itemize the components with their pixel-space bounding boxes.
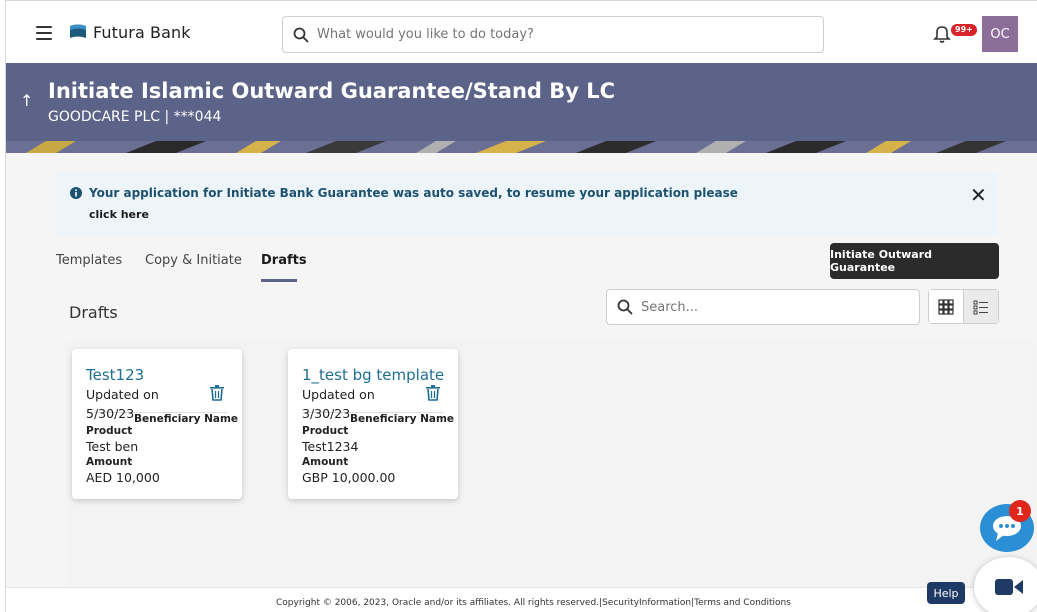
list-view-icon (973, 300, 988, 314)
draft-title-link[interactable]: Test123 (86, 366, 144, 384)
grid-view-icon (938, 298, 954, 315)
initiate-outward-guarantee-button[interactable]: Initiate Outward Guarantee (830, 243, 999, 279)
page-title: Initiate Islamic Outward Guarantee/Stand… (48, 79, 616, 103)
tab-drafts[interactable]: Drafts (261, 253, 307, 268)
beneficiary-label: Beneficiary Name (350, 413, 455, 425)
drafts-search-box[interactable] (606, 289, 920, 325)
autosave-alert: Your application for Initiate Bank Guara… (56, 173, 998, 235)
search-icon (293, 27, 309, 42)
draft-title-link[interactable]: 1_test bg template (302, 366, 444, 384)
updated-date: 5/30/23 (86, 406, 135, 421)
main-content: Your application for Initiate Bank Guara… (6, 153, 1037, 612)
search-icon (617, 299, 633, 315)
video-camera-icon (994, 579, 1023, 595)
active-tab-indicator (261, 279, 297, 282)
beneficiary-label: Beneficiary Name (134, 413, 239, 425)
delete-icon[interactable] (426, 385, 440, 401)
tab-templates[interactable]: Templates (56, 253, 122, 268)
grid-view-button[interactable] (929, 290, 964, 323)
global-search-box[interactable] (282, 16, 824, 53)
beneficiary-value: Test1234 (302, 439, 359, 454)
beneficiary-value: Test ben (86, 439, 139, 454)
copyright-text[interactable]: Copyright © 2006, 2023, Oracle and/or it… (276, 598, 791, 608)
top-bar: Futura Bank 99+ OC (6, 1, 1037, 63)
video-call-button[interactable] (974, 557, 1037, 612)
brand-name: Futura Bank (93, 23, 191, 42)
draft-card[interactable]: 1_test bg template Updated on 3/30/23 Be… (288, 349, 458, 499)
party-subtitle: GOODCARE PLC | ***044 (48, 109, 222, 125)
bank-logo-icon (70, 24, 86, 38)
view-toggle (928, 289, 999, 324)
user-avatar[interactable]: OC (982, 16, 1018, 52)
global-search-input[interactable] (317, 27, 797, 42)
app-frame: Futura Bank 99+ OC (5, 0, 1037, 612)
drafts-search-input[interactable] (641, 299, 891, 315)
amount-value: GBP 10,000.00 (302, 470, 396, 485)
updated-label: Updated on (86, 387, 159, 402)
amount-label: Amount (86, 456, 133, 468)
updated-date: 3/30/23 (302, 406, 351, 421)
bell-icon[interactable] (933, 24, 951, 44)
resume-link[interactable]: click here (89, 208, 149, 221)
amount-value: AED 10,000 (86, 470, 160, 485)
updated-label: Updated on (302, 387, 375, 402)
amount-label: Amount (302, 456, 349, 468)
delete-icon[interactable] (210, 385, 224, 401)
notification-badge: 99+ (951, 24, 977, 36)
product-label: Product (86, 425, 133, 437)
alert-message: Your application for Initiate Bank Guara… (89, 186, 738, 200)
tab-copy-initiate[interactable]: Copy & Initiate (145, 253, 242, 268)
banner-decorative-pattern (6, 141, 1037, 153)
section-title: Drafts (69, 303, 118, 322)
menu-icon[interactable] (36, 26, 52, 40)
help-button[interactable]: Help (927, 582, 965, 604)
close-icon[interactable]: ✕ (970, 183, 987, 207)
product-label: Product (302, 425, 349, 437)
list-view-button[interactable] (964, 290, 998, 323)
page-banner: ↑ Initiate Islamic Outward Guarantee/Sta… (6, 63, 1037, 153)
back-arrow-icon[interactable]: ↑ (20, 91, 33, 110)
chat-unread-badge: 1 (1009, 500, 1031, 522)
info-icon (70, 187, 82, 199)
footer: Copyright © 2006, 2023, Oracle and/or it… (6, 587, 1037, 612)
draft-card[interactable]: Test123 Updated on 5/30/23 Beneficiary N… (72, 349, 242, 499)
